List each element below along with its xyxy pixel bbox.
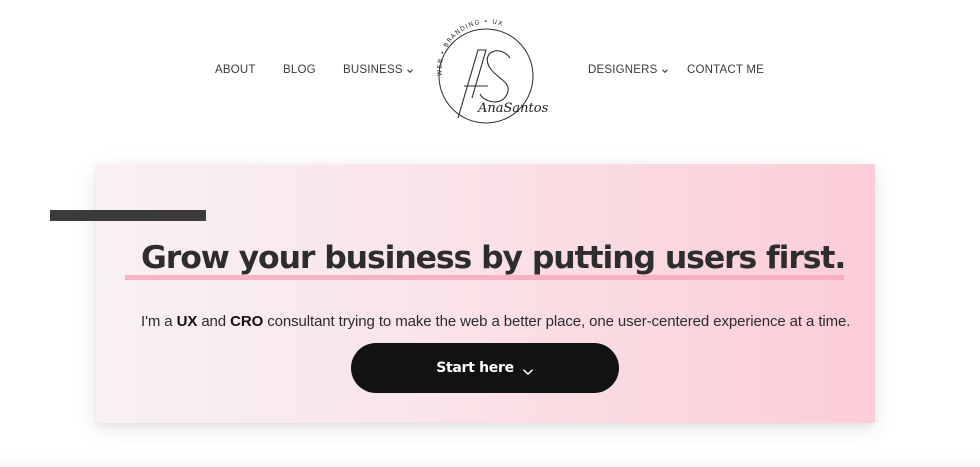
hero-subline: I'm a UX and CRO consultant trying to ma… [141, 313, 850, 330]
chevron-down-icon [661, 66, 669, 74]
chevron-down-icon [522, 364, 534, 376]
subline-suffix: consultant trying to make the web a bett… [263, 313, 851, 330]
nav-item-business[interactable]: BUSINESS [343, 64, 414, 76]
nav-item-label: BLOG [283, 64, 316, 76]
chevron-down-icon [406, 66, 414, 74]
nav-item-label: ABOUT [215, 64, 256, 76]
subline-cro: CRO [230, 313, 264, 330]
subline-prefix: I'm a [141, 313, 177, 330]
logo-ring-text: WEB • BRANDING • UX [436, 18, 504, 76]
logo-mark: WEB • BRANDING • UX AnaSantos [436, 18, 549, 124]
section-divider [0, 452, 980, 467]
page: ABOUT BLOG BUSINESS WEB • BRANDING • UX [0, 0, 980, 467]
nav-item-label: DESIGNERS [588, 64, 658, 76]
nav-item-contact-me[interactable]: CONTACT ME [687, 64, 764, 76]
nav-item-blog[interactable]: BLOG [283, 64, 316, 76]
nav-item-label: CONTACT ME [687, 64, 764, 76]
nav-item-label: BUSINESS [343, 64, 403, 76]
nav-item-about[interactable]: ABOUT [215, 64, 256, 76]
subline-middle: and [197, 313, 231, 330]
site-logo[interactable]: WEB • BRANDING • UX AnaSantos [428, 14, 558, 130]
logo-signature: AnaSantos [477, 101, 549, 116]
hero-headline: Grow your business by putting users firs… [141, 240, 846, 276]
accent-bar [50, 210, 206, 221]
hero-headline-wrap: Grow your business by putting users firs… [125, 234, 846, 284]
start-here-button[interactable]: Start here [351, 343, 619, 393]
nav-item-designers[interactable]: DESIGNERS [588, 64, 669, 76]
subline-ux: UX [176, 313, 198, 330]
start-here-label: Start here [436, 360, 514, 376]
